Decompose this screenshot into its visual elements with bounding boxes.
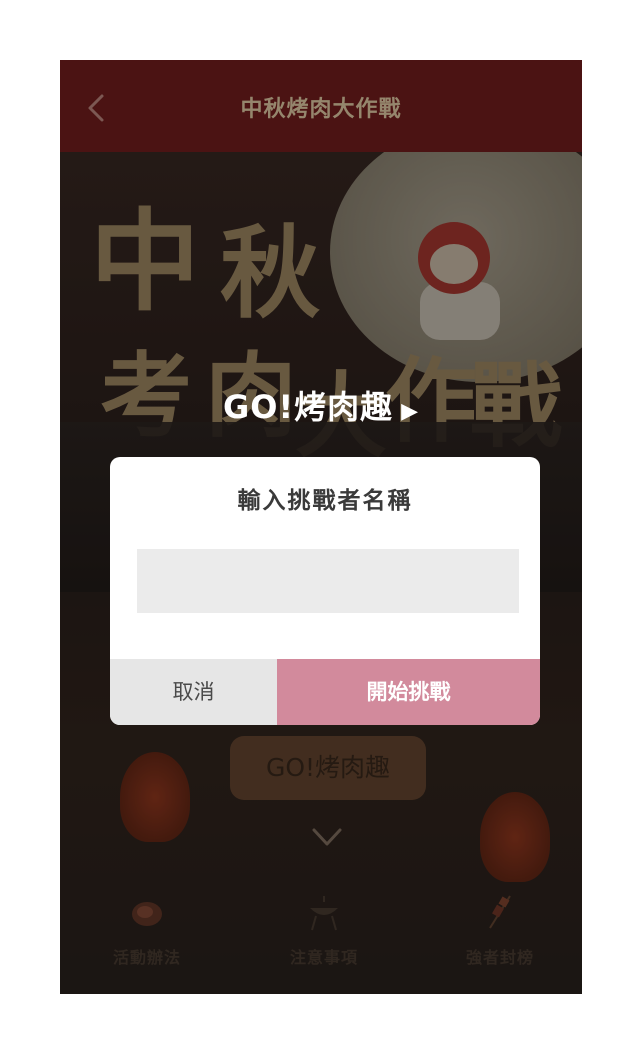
game-caption: GO!烤肉趣 ▶ bbox=[60, 382, 582, 428]
cancel-button[interactable]: 取消 bbox=[110, 659, 277, 725]
name-input-dialog: 輸入挑戰者名稱 取消 開始挑戰 bbox=[110, 457, 540, 725]
caption-text: GO!烤肉趣 bbox=[223, 388, 394, 426]
play-triangle-icon: ▶ bbox=[401, 399, 419, 424]
start-challenge-button[interactable]: 開始挑戰 bbox=[277, 659, 540, 725]
app-screen: 中 秋 考 肉 大 作 戰 中秋烤肉大作戰 GO!烤肉趣 活動辦法 注意事項 強… bbox=[60, 60, 582, 994]
challenger-name-input[interactable] bbox=[137, 549, 519, 613]
dialog-title: 輸入挑戰者名稱 bbox=[237, 488, 413, 514]
